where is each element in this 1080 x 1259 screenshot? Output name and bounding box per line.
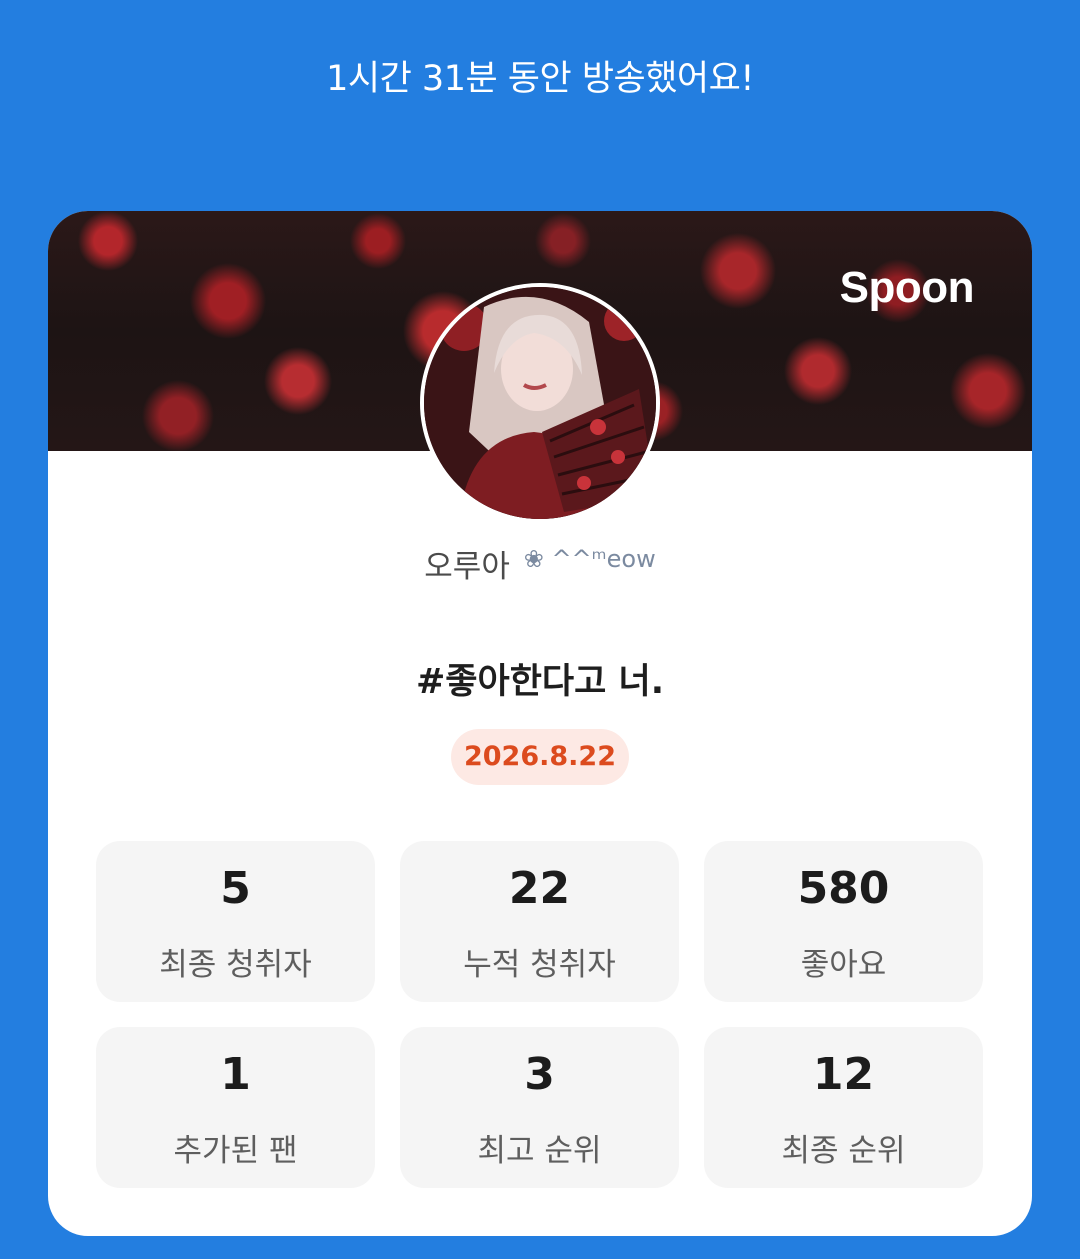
host-name-text: 오루아 — [424, 549, 510, 585]
stat-label: 최종 청취자 — [159, 947, 312, 983]
avatar-illustration — [424, 287, 656, 519]
stat-label: 누적 청취자 — [463, 947, 616, 983]
broadcast-summary-card: Spoon 오루아 ❀ ^^ᵐeow #좋아한다고 너. 2026.8.22 5… — [48, 211, 1032, 1236]
stat-value: 3 — [524, 1049, 555, 1100]
stat-value: 22 — [508, 863, 571, 914]
stat-new-fans: 1 추가된 팬 — [96, 1027, 375, 1188]
stat-total-listeners: 22 누적 청취자 — [400, 841, 679, 1002]
stats-grid: 5 최종 청취자 22 누적 청취자 580 좋아요 1 추가된 팬 3 최고 … — [96, 841, 984, 1188]
broadcast-duration: 1시간 31분 동안 방송했어요! — [326, 59, 754, 99]
broadcast-title: #좋아한다고 너. — [415, 662, 664, 702]
stat-value: 580 — [797, 863, 890, 914]
broadcast-date-badge: 2026.8.22 — [451, 729, 629, 785]
stat-label: 최종 순위 — [781, 1133, 906, 1169]
stat-final-rank: 12 최종 순위 — [704, 1027, 983, 1188]
stat-label: 추가된 팬 — [173, 1133, 298, 1169]
stat-value: 1 — [220, 1049, 251, 1100]
top-title-fragment: ' ' ' — [507, 0, 573, 24]
stat-value: 12 — [812, 1049, 875, 1100]
stat-final-listeners: 5 최종 청취자 — [96, 841, 375, 1002]
host-name-decoration: ❀ ^^ᵐeow — [523, 545, 656, 573]
stat-value: 5 — [220, 863, 251, 914]
stat-label: 좋아요 — [800, 947, 887, 983]
stat-likes: 580 좋아요 — [704, 841, 983, 1002]
host-nickname[interactable]: 오루아 ❀ ^^ᵐeow — [48, 541, 1032, 586]
stat-label: 최고 순위 — [477, 1133, 602, 1169]
host-avatar[interactable] — [420, 283, 660, 523]
spoon-logo: Spoon — [839, 263, 975, 312]
stat-best-rank: 3 최고 순위 — [400, 1027, 679, 1188]
